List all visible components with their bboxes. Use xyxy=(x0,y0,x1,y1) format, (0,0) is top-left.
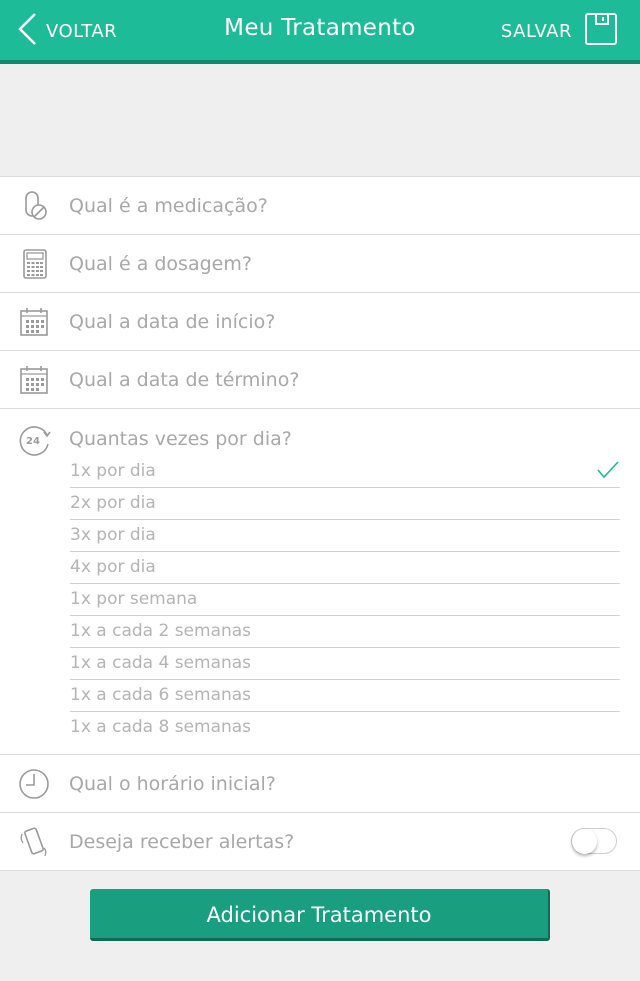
app-header: VOLTAR Meu Tratamento SALVAR xyxy=(0,0,640,64)
option-label: 1x a cada 2 semanas xyxy=(70,621,252,641)
add-treatment-button[interactable]: Adicionar Tratamento xyxy=(90,889,550,941)
option-label: 1x a cada 4 semanas xyxy=(70,653,252,673)
frequency-option[interactable]: 3x por dia xyxy=(70,520,620,552)
svg-text:24: 24 xyxy=(26,436,40,447)
dosage-placeholder: Qual é a dosagem? xyxy=(69,253,252,275)
24h-repeat-icon: 24 xyxy=(18,423,52,457)
frequency-label: Quantas vezes por dia? xyxy=(69,428,292,450)
option-label: 1x a cada 8 semanas xyxy=(70,717,252,737)
pill-icon xyxy=(18,190,50,222)
start-time-placeholder: Qual o horário inicial? xyxy=(69,773,276,795)
frequency-option[interactable]: 1x por dia xyxy=(70,456,620,488)
calendar-icon xyxy=(18,364,50,396)
frequency-option[interactable]: 1x por semana xyxy=(70,584,620,616)
start-time-field[interactable]: Qual o horário inicial? xyxy=(0,755,640,813)
calendar-icon xyxy=(18,306,50,338)
frequency-option[interactable]: 1x a cada 4 semanas xyxy=(70,648,620,680)
end-date-placeholder: Qual a data de término? xyxy=(69,369,300,391)
alerts-toggle[interactable] xyxy=(571,828,617,854)
dosage-field[interactable]: Qual é a dosagem? xyxy=(0,235,640,293)
frequency-option[interactable]: 1x a cada 2 semanas xyxy=(70,616,620,648)
alerts-field: Deseja receber alertas? xyxy=(0,813,640,871)
checkmark-icon xyxy=(597,461,619,479)
option-label: 3x por dia xyxy=(70,525,156,545)
save-button[interactable]: SALVAR xyxy=(500,12,618,50)
frequency-option[interactable]: 2x por dia xyxy=(70,488,620,520)
option-label: 1x por semana xyxy=(70,589,198,609)
start-date-field[interactable]: Qual a data de início? xyxy=(0,293,640,351)
toggle-knob xyxy=(572,829,597,854)
save-icon xyxy=(584,12,618,50)
frequency-option[interactable]: 1x a cada 6 semanas xyxy=(70,680,620,712)
frequency-option[interactable]: 4x por dia xyxy=(70,552,620,584)
calculator-icon xyxy=(18,248,50,280)
medication-placeholder: Qual é a medicação? xyxy=(69,195,268,217)
option-label: 1x por dia xyxy=(70,461,156,481)
vibrating-phone-icon xyxy=(18,826,50,858)
option-label: 1x a cada 6 semanas xyxy=(70,685,252,705)
option-label: 2x por dia xyxy=(70,493,156,513)
option-label: 4x por dia xyxy=(70,557,156,577)
frequency-option[interactable]: 1x a cada 8 semanas xyxy=(70,712,620,743)
save-label: SALVAR xyxy=(500,20,572,42)
treatment-form: Qual é a medicação? Qual é a dosagem? Qu… xyxy=(0,176,640,871)
start-date-placeholder: Qual a data de início? xyxy=(69,311,276,333)
clock-icon xyxy=(18,768,50,800)
frequency-section: 24 Quantas vezes por dia? 1x por dia 2x … xyxy=(0,409,640,755)
frequency-options: 1x por dia 2x por dia 3x por dia 4x por … xyxy=(70,456,620,743)
alerts-label: Deseja receber alertas? xyxy=(69,831,295,853)
end-date-field[interactable]: Qual a data de término? xyxy=(0,351,640,409)
medication-field[interactable]: Qual é a medicação? xyxy=(0,177,640,235)
